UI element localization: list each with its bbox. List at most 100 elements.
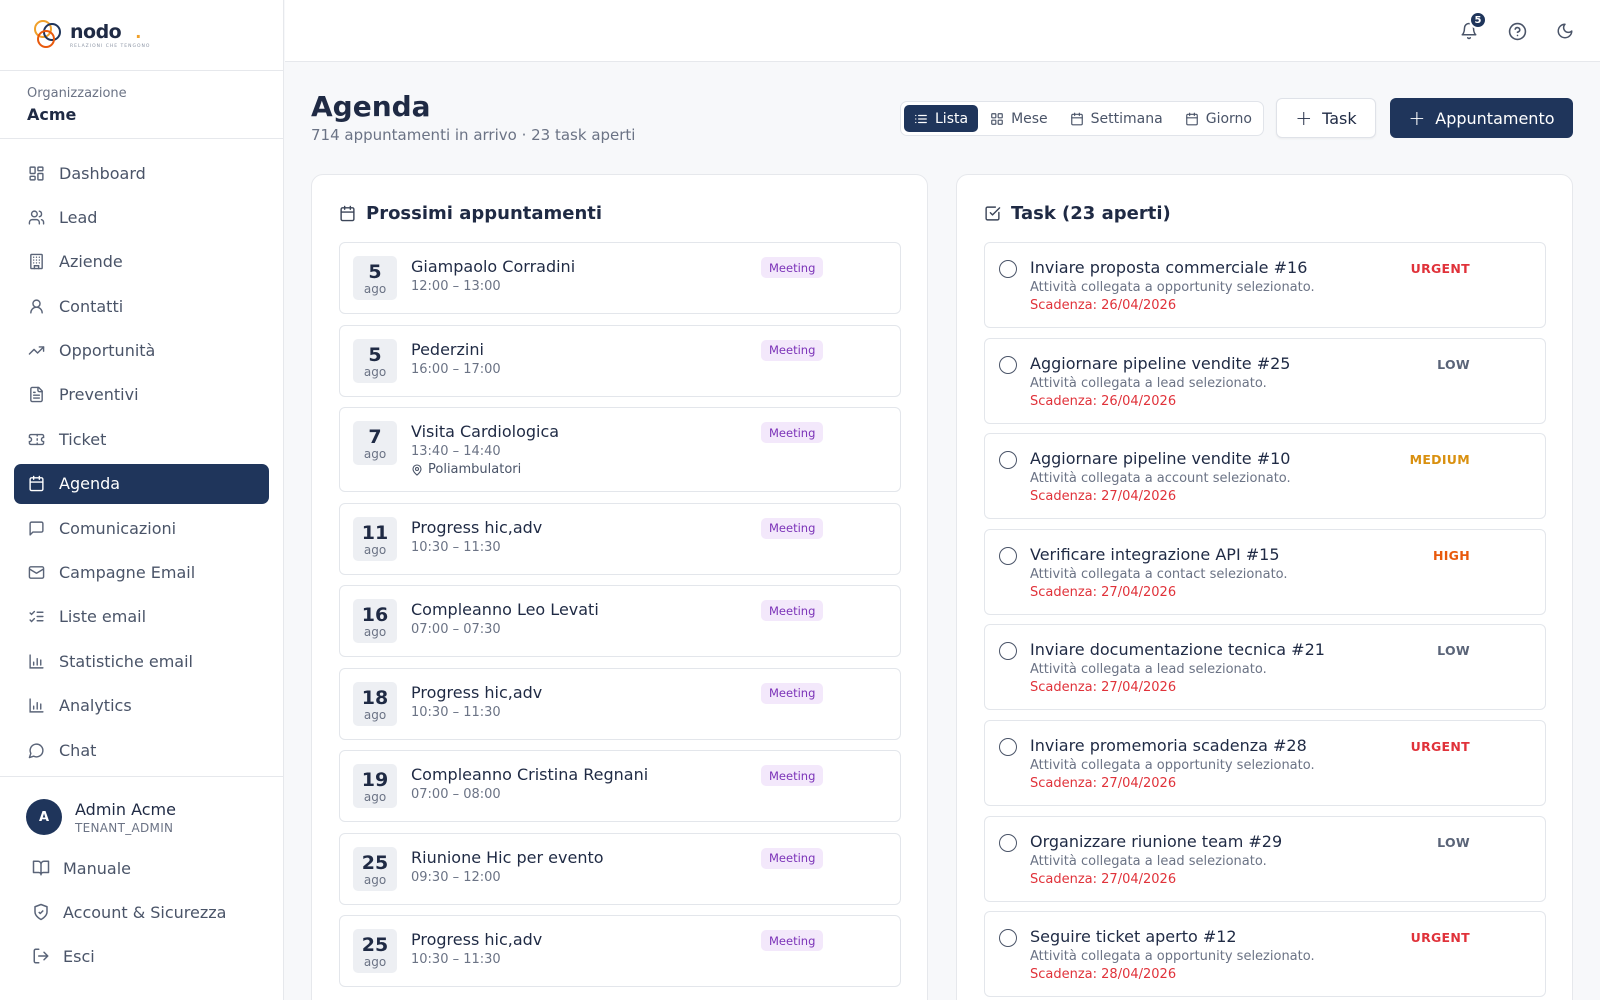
sidebar-item-opportunita[interactable]: Opportunità [14,331,269,371]
checkbox-checked-icon [984,205,1002,223]
appointment-date: 25 ago [353,929,397,973]
appointment-month: ago [363,625,387,639]
appointment-type-badge: Meeting [761,847,824,869]
task-title: Organizzare riunione team #29 [1030,831,1283,851]
task-item[interactable]: Organizzare riunione team #29 Attività c… [984,815,1546,902]
sidebar-item-lead[interactable]: Lead [14,197,269,237]
sidebar-item-agenda[interactable]: Agenda [14,463,269,504]
account-sicurezza-link[interactable]: Account & Sicurezza [26,901,283,923]
appointment-item[interactable]: 16 ago Compleanno Leo Levati 07:00 – 07:… [339,585,901,657]
task-complete-radio[interactable] [999,451,1017,470]
appointment-item[interactable]: 25 ago Progress hic,adv 10:30 – 11:30 Mee… [339,915,901,987]
view-label: Giorno [1205,110,1252,127]
appointment-item[interactable]: 25 ago Riunione Hic per evento 09:30 – 1… [339,832,901,905]
list-icon [914,112,928,126]
appointment-date: 5 ago [353,338,397,383]
appointment-month: ago [363,542,387,557]
calendar-icon [339,205,357,223]
appointment-item[interactable]: 18 ago Progress hic,adv 10:30 – 11:30 Mee… [339,667,901,740]
trending-up-icon [27,342,45,360]
appointment-time: 09:30 – 12:00 [411,869,501,885]
task-title: Verificare integrazione API #15 [1030,544,1280,564]
task-due-date: Scadenza: 26/04/2026 [1030,393,1177,409]
ticket-icon [27,430,45,448]
task-description: Attività collegata a opportunity selezio… [1030,949,1315,965]
view-giorno-button[interactable]: Giorno [1175,105,1262,132]
task-item[interactable]: Inviare proposta commerciale #16 Attivit… [984,242,1546,328]
sidebar-item-campagne-email[interactable]: Campagne Email [14,553,269,593]
map-pin-icon [411,463,423,476]
task-complete-radio[interactable] [999,260,1017,278]
task-title: Aggiornare pipeline vendite #10 [1030,449,1291,469]
appointment-time: 10:30 – 11:30 [411,704,501,720]
sidebar-item-comunicazioni[interactable]: Comunicazioni [14,508,269,548]
sidebar-item-chat[interactable]: Chat [14,730,269,770]
sidebar-item-preventivi[interactable]: Preventivi [14,375,269,415]
sidebar-item-label: Dashboard [59,163,146,183]
task-priority-badge: LOW [1437,356,1470,372]
logo-mark-icon [34,20,64,50]
shield-icon [32,903,50,921]
task-item[interactable]: Verificare integrazione API #15 Attività… [984,528,1546,615]
org-selector[interactable]: Organizzazione Acme [0,71,283,139]
view-lista-button[interactable]: Lista [904,105,979,132]
appointment-item[interactable]: 19 ago Compleanno Cristina Regnani 07:00… [339,750,901,822]
notifications-bell-icon[interactable]: 5 [1457,11,1487,43]
appointment-location-text: Poliambulatori [428,462,522,477]
task-complete-radio[interactable] [999,642,1017,661]
appointment-type-badge: Meeting [761,339,824,361]
task-complete-radio[interactable] [999,546,1017,565]
logo[interactable]: nodo. RELAZIONI CHE TENGONO [0,0,283,71]
user-icon [27,297,45,315]
task-complete-radio[interactable] [999,738,1017,756]
task-item[interactable]: Aggiornare pipeline vendite #10 Attività… [984,433,1546,520]
task-due-date: Scadenza: 27/04/2026 [1030,489,1177,505]
message-square-icon [27,519,45,537]
link-label: Manuale [63,858,131,878]
org-label: Organizzazione [27,86,127,101]
appointment-type-badge: Meeting [761,930,824,951]
appointment-day: 5 [368,261,382,283]
appointment-date: 25 ago [353,846,397,891]
help-icon[interactable] [1505,19,1529,43]
sidebar-item-label: Statistiche email [59,651,193,671]
appointment-day: 16 [361,604,389,626]
sidebar-item-contatti[interactable]: Contatti [14,286,269,326]
sidebar-item-ticket[interactable]: Ticket [14,419,269,459]
add-appointment-button[interactable]: + Appuntamento [1390,98,1573,138]
appointment-item[interactable]: 5 ago Pederzini 16:00 – 17:00 Meeting [339,324,901,397]
task-item[interactable]: Seguire ticket aperto #12 Attività colle… [984,911,1546,998]
sidebar-item-dashboard[interactable]: Dashboard [14,153,269,193]
sidebar-item-label: Comunicazioni [59,518,177,538]
esci-link[interactable]: Esci [26,945,283,967]
task-item[interactable]: Inviare promemoria scadenza #28 Attività… [984,720,1546,806]
appointment-time: 10:30 – 11:30 [411,952,501,967]
add-task-button[interactable]: + Task [1276,98,1376,138]
appointment-item[interactable]: 5 ago Giampaolo Corradini 12:00 – 13:00 M… [339,242,901,314]
task-complete-radio[interactable] [999,355,1017,374]
task-item[interactable]: Inviare documentazione tecnica #21 Attiv… [984,624,1546,711]
calendar-icon [1185,112,1199,126]
appointment-day: 11 [361,521,389,544]
sidebar-item-liste-email[interactable]: Liste email [14,597,269,637]
view-settimana-button[interactable]: Settimana [1060,105,1173,132]
sidebar-item-aziende[interactable]: Aziende [14,242,269,282]
user-profile[interactable]: A Admin Acme TENANT_ADMIN [26,799,283,835]
appointment-item[interactable]: 11 ago Progress hic,adv 10:30 – 11:30 Mee… [339,502,901,575]
sidebar-item-analytics[interactable]: Analytics [14,686,269,726]
appointment-time: 10:30 – 11:30 [411,539,501,555]
view-mese-button[interactable]: Mese [980,105,1058,132]
sidebar-item-label: Analytics [59,696,132,716]
task-item[interactable]: Aggiornare pipeline vendite #25 Attività… [984,337,1546,424]
appointment-item[interactable]: 7 ago Visita Cardiologica 13:40 – 14:40 P… [339,407,901,492]
task-due-date: Scadenza: 27/04/2026 [1030,680,1177,696]
sidebar-item-statistiche-email[interactable]: Statistiche email [14,641,269,681]
task-complete-radio[interactable] [999,833,1017,852]
task-complete-radio[interactable] [999,929,1017,948]
grid-icon [990,112,1004,126]
sidebar-footer: A Admin Acme TENANT_ADMIN Manuale Account… [0,776,283,967]
dark-mode-moon-icon[interactable] [1553,19,1577,43]
manuale-link[interactable]: Manuale [26,857,283,879]
appointment-month: ago [363,955,387,969]
notifications-badge: 5 [1469,11,1487,29]
